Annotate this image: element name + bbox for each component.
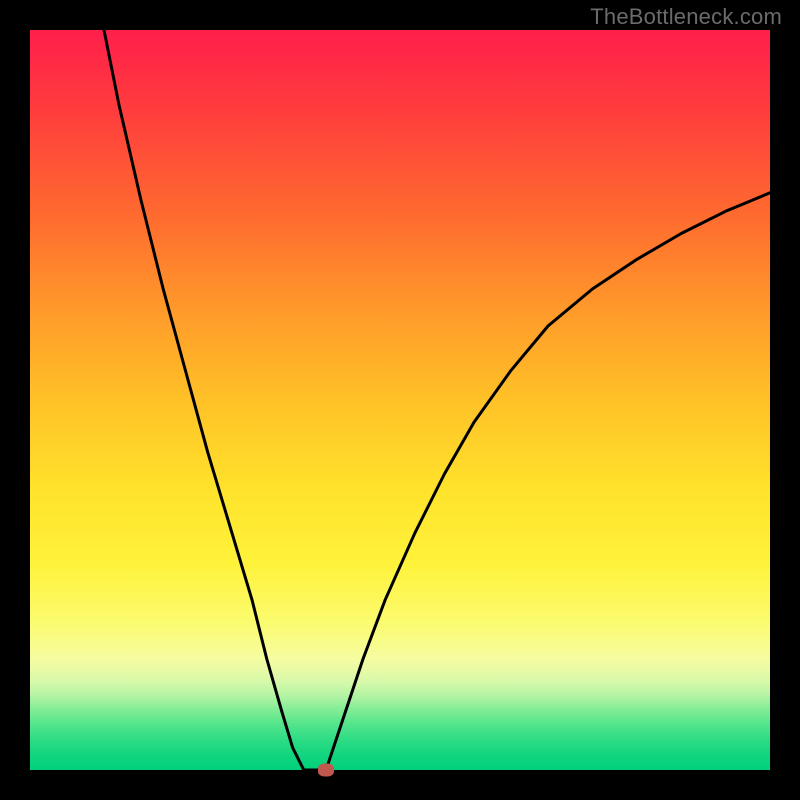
optimum-marker-icon xyxy=(318,764,334,777)
bottleneck-curve xyxy=(30,30,770,770)
chart-frame: TheBottleneck.com xyxy=(0,0,800,800)
curve-path xyxy=(104,30,770,770)
watermark-text: TheBottleneck.com xyxy=(590,4,782,30)
gradient-plot-area xyxy=(30,30,770,770)
